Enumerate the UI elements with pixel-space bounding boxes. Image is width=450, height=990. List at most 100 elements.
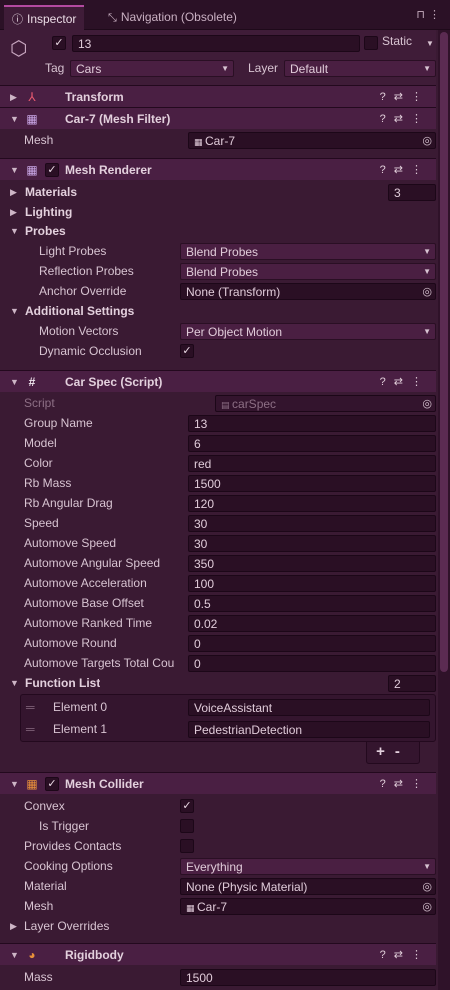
dynamic-occlusion-checkbox[interactable]: ✓ <box>180 344 194 358</box>
function-list-count-input[interactable]: 2 <box>388 675 436 692</box>
rigidbody-header[interactable]: ▼ ◕ Rigidbody ?⇄⋮ <box>0 943 436 965</box>
static-checkbox[interactable] <box>364 36 378 50</box>
car-spec-field-input[interactable]: 30 <box>188 515 436 532</box>
script-label: Script <box>24 396 55 410</box>
foldout-arrow-icon[interactable]: ▼ <box>10 301 19 321</box>
car-spec-field-row: Automove Angular Speed 350 <box>0 553 436 573</box>
more-icon[interactable]: ⋮ <box>411 164 430 176</box>
car-spec-field-label: Automove Round <box>24 636 117 650</box>
scrollbar-thumb[interactable] <box>440 32 448 672</box>
anchor-override-row: Anchor Override None (Transform) <box>0 281 436 301</box>
car-spec-field-input[interactable]: red <box>188 455 436 472</box>
light-probes-dropdown[interactable]: Blend Probes <box>180 243 436 260</box>
function-list-row[interactable]: ▼ Function List 2 <box>0 673 436 693</box>
car-spec-field-row: Speed 30 <box>0 513 436 533</box>
add-element-button[interactable]: + <box>376 743 395 760</box>
settings-icon[interactable]: ⇄ <box>394 113 411 125</box>
settings-icon[interactable]: ⇄ <box>394 778 411 790</box>
more-icon[interactable]: ⋮ <box>411 376 430 388</box>
drag-handle-icon[interactable]: ═ <box>26 697 35 717</box>
drag-handle-icon[interactable]: ═ <box>26 719 35 739</box>
car-spec-field-row: Group Name 13 <box>0 413 436 433</box>
car-spec-field-input[interactable]: 1500 <box>188 475 436 492</box>
tag-dropdown[interactable]: Cars <box>70 60 234 77</box>
additional-settings-row[interactable]: ▼ Additional Settings <box>0 301 436 321</box>
foldout-arrow-icon[interactable]: ▶ <box>10 202 17 222</box>
mesh-filter-icon: ▦ <box>26 112 38 126</box>
car-spec-field-input[interactable]: 0.02 <box>188 615 436 632</box>
settings-icon[interactable]: ⇄ <box>394 164 411 176</box>
help-icon[interactable]: ? <box>380 91 394 103</box>
mesh-renderer-header[interactable]: ▼ ▦ ✓ Mesh Renderer ?⇄⋮ <box>0 158 436 180</box>
mesh-collider-icon: ▦ <box>26 777 38 791</box>
collider-material-field[interactable]: None (Physic Material) <box>180 878 436 895</box>
collider-mesh-field[interactable]: ▦ Car-7 <box>180 898 436 915</box>
settings-icon[interactable]: ⇄ <box>394 376 411 388</box>
car-spec-field-input[interactable]: 120 <box>188 495 436 512</box>
reflection-probes-dropdown[interactable]: Blend Probes <box>180 263 436 280</box>
settings-icon[interactable]: ⇄ <box>394 91 411 103</box>
mesh-collider-enabled-checkbox[interactable]: ✓ <box>45 777 59 791</box>
help-icon[interactable]: ? <box>380 376 394 388</box>
foldout-arrow-icon[interactable]: ▼ <box>10 159 19 181</box>
lock-icon[interactable]: ⊓ <box>416 9 429 21</box>
mesh-renderer-enabled-checkbox[interactable]: ✓ <box>45 163 59 177</box>
car-spec-field-input[interactable]: 350 <box>188 555 436 572</box>
transform-header[interactable]: ▶ ⅄ Transform ?⇄⋮ <box>0 85 436 107</box>
cooking-options-dropdown[interactable]: Everything <box>180 858 436 875</box>
script-row: Script ▤ carSpec <box>0 393 436 413</box>
mesh-field[interactable]: ▦ Car-7 <box>188 132 436 149</box>
remove-element-button[interactable]: - <box>395 743 410 760</box>
more-icon[interactable]: ⋮ <box>429 9 444 21</box>
anchor-override-field[interactable]: None (Transform) <box>180 283 436 300</box>
car-spec-field-input[interactable]: 13 <box>188 415 436 432</box>
foldout-arrow-icon[interactable]: ▼ <box>10 944 19 966</box>
materials-label: Materials <box>25 185 78 199</box>
foldout-arrow-icon[interactable]: ▼ <box>10 773 19 795</box>
active-checkbox[interactable]: ✓ <box>52 36 66 50</box>
materials-row[interactable]: ▶ Materials 3 <box>0 182 436 202</box>
probes-row[interactable]: ▼ Probes <box>0 221 436 241</box>
foldout-arrow-icon[interactable]: ▼ <box>10 108 19 130</box>
more-icon[interactable]: ⋮ <box>411 778 430 790</box>
car-spec-header[interactable]: ▼ # Car Spec (Script) ?⇄⋮ <box>0 370 436 392</box>
more-icon[interactable]: ⋮ <box>411 949 430 961</box>
motion-vectors-dropdown[interactable]: Per Object Motion <box>180 323 436 340</box>
car-spec-field-input[interactable]: 6 <box>188 435 436 452</box>
help-icon[interactable]: ? <box>380 778 394 790</box>
help-icon[interactable]: ? <box>380 164 394 176</box>
mesh-collider-header[interactable]: ▼ ▦ ✓ Mesh Collider ?⇄⋮ <box>0 772 436 794</box>
tab-navigation[interactable]: ⤡ Navigation (Obsolete) <box>100 5 245 30</box>
materials-count-input[interactable]: 3 <box>388 184 436 201</box>
tab-inspector[interactable]: ⓘ Inspector <box>4 5 85 30</box>
car-spec-field-input[interactable]: 30 <box>188 535 436 552</box>
static-dropdown-arrow[interactable]: ▼ <box>426 34 434 54</box>
object-name-input[interactable]: 13 <box>72 35 360 52</box>
settings-icon[interactable]: ⇄ <box>394 949 411 961</box>
foldout-arrow-icon[interactable]: ▼ <box>10 673 19 693</box>
layer-overrides-row[interactable]: ▶ Layer Overrides <box>0 916 436 936</box>
foldout-arrow-icon[interactable]: ▶ <box>10 182 17 202</box>
car-spec-field-input[interactable]: 0 <box>188 635 436 652</box>
object-header: ⬡ ✓ 13 Static ▼ Tag Cars Layer Default <box>0 30 436 86</box>
element-0-input[interactable]: VoiceAssistant <box>188 699 430 716</box>
layer-dropdown[interactable]: Default <box>284 60 436 77</box>
is-trigger-checkbox[interactable] <box>180 819 194 833</box>
car-spec-field-input[interactable]: 100 <box>188 575 436 592</box>
foldout-arrow-icon[interactable]: ▼ <box>10 221 19 241</box>
mesh-filter-header[interactable]: ▼ ▦ Car-7 (Mesh Filter) ?⇄⋮ <box>0 107 436 129</box>
convex-checkbox[interactable]: ✓ <box>180 799 194 813</box>
more-icon[interactable]: ⋮ <box>411 91 430 103</box>
more-icon[interactable]: ⋮ <box>411 113 430 125</box>
car-spec-field-input[interactable]: 0 <box>188 655 436 672</box>
help-icon[interactable]: ? <box>380 949 394 961</box>
car-spec-field-input[interactable]: 0.5 <box>188 595 436 612</box>
foldout-arrow-icon[interactable]: ▶ <box>10 86 17 108</box>
foldout-arrow-icon[interactable]: ▼ <box>10 371 19 393</box>
foldout-arrow-icon[interactable]: ▶ <box>10 916 17 936</box>
lighting-row[interactable]: ▶ Lighting <box>0 202 436 222</box>
help-icon[interactable]: ? <box>380 113 394 125</box>
mass-input[interactable]: 1500 <box>180 969 436 986</box>
element-1-input[interactable]: PedestrianDetection <box>188 721 430 738</box>
provides-contacts-checkbox[interactable] <box>180 839 194 853</box>
